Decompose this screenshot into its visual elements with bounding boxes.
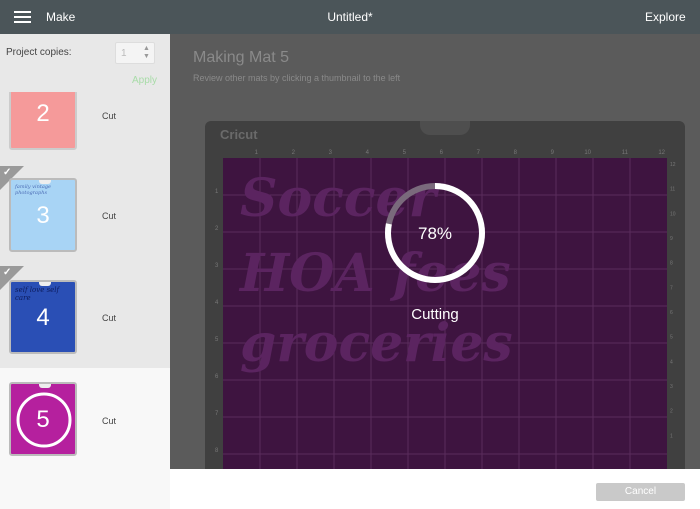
mat-3-preview: family vintage photographs 3 <box>9 178 77 252</box>
cutting-status: Cutting <box>411 306 459 323</box>
cancel-button[interactable]: Cancel <box>596 483 685 501</box>
ruler-left-label: 3 <box>215 263 219 269</box>
mat-4-preview: self love self care 4 <box>9 280 77 354</box>
progress-percent: 78% <box>417 224 453 243</box>
ruler-top-label: 4 <box>366 150 370 156</box>
hamburger-menu-icon[interactable] <box>14 11 31 24</box>
checkmark-icon: ✓ <box>3 167 12 178</box>
mat-thumbnail-3[interactable]: ✓ family vintage photographs 3 Cut <box>0 166 170 266</box>
ruler-left-label: 2 <box>215 226 219 232</box>
cutting-mat-preview: Cricut 1 2 3 4 5 6 7 8 9 10 11 12 1 2 3 4 5 6 7 8 12 11 10 9 8 7 6… <box>205 121 685 469</box>
ruler-left-label: 8 <box>215 448 219 454</box>
ruler-top-label: 8 <box>514 150 518 156</box>
mat-action-label: Cut <box>102 313 117 323</box>
main-panel: Making Mat 5 Review other mats by clicki… <box>170 34 700 469</box>
ruler-right-label: 2 <box>670 409 673 415</box>
ruler-right-label: 5 <box>670 335 673 341</box>
mat-design-preview: family vintage photographs <box>15 184 51 196</box>
ruler-left-label: 5 <box>215 337 219 343</box>
make-label: Make <box>46 10 76 24</box>
ruler-left-label: 1 <box>215 189 219 195</box>
stepper-arrows-icon[interactable]: ▲ ▼ <box>142 45 151 61</box>
project-copies-stepper[interactable]: 1 ▲ ▼ <box>115 42 155 64</box>
ruler-top-label: 7 <box>477 150 481 156</box>
ruler-right-label: 4 <box>670 359 673 365</box>
ruler-left-label: 6 <box>215 374 219 380</box>
mat-action-label: Cut <box>102 416 117 426</box>
page-subtitle: Review other mats by clicking a thumbnai… <box>193 73 401 83</box>
mat-action-label: Cut <box>102 211 117 221</box>
project-title: Untitled* <box>327 10 373 24</box>
ruler-top-label: 1 <box>255 150 259 156</box>
mat-thumbnail-5[interactable]: 5 Cut <box>0 368 170 509</box>
project-copies-label: Project copies: <box>6 47 72 58</box>
ruler-top-label: 6 <box>440 150 444 156</box>
top-bar: Make Untitled* Explore <box>0 0 700 34</box>
ruler-right-label: 6 <box>670 310 673 316</box>
mat-number: 4 <box>36 304 50 331</box>
ruler-right-label: 10 <box>670 211 676 217</box>
ruler-right-label: 12 <box>670 162 676 168</box>
ruler-top-label: 3 <box>329 150 333 156</box>
footer-bar: Cancel <box>170 469 700 509</box>
mat-number: 3 <box>36 202 50 229</box>
ruler-right-label: 7 <box>670 285 673 291</box>
ruler-top-label: 11 <box>622 150 629 156</box>
mat-thumbnail-4[interactable]: ✓ self love self care 4 Cut <box>0 266 170 366</box>
mat-5-preview: 5 <box>9 382 77 456</box>
ruler-top-label: 9 <box>551 150 555 156</box>
mat-number: 5 <box>36 406 50 433</box>
mat-action-label: Cut <box>102 111 117 121</box>
ruler-top-label: 5 <box>403 150 407 156</box>
ruler-top-label: 12 <box>658 150 665 156</box>
explore-button[interactable]: Explore <box>645 10 686 24</box>
mat-grid: 1 2 3 4 5 6 7 8 9 10 11 1212345678121110987654321So… <box>215 150 676 469</box>
ruler-top-label: 2 <box>292 150 296 156</box>
ruler-top-label: 10 <box>584 150 591 156</box>
checkmark-icon: ✓ <box>3 267 12 278</box>
mat-number: 2 <box>36 100 50 127</box>
project-copies-value: 1 <box>121 48 127 59</box>
apply-button[interactable]: Apply <box>132 75 157 86</box>
ruler-right-label: 9 <box>670 236 673 242</box>
mat-sidebar: Project copies: 1 ▲ ▼ Apply 2 Cut ✓ famil… <box>0 34 170 509</box>
ruler-right-label: 1 <box>670 433 673 439</box>
project-copies-row: Project copies: 1 ▲ ▼ Apply <box>0 34 170 92</box>
ruler-left-label: 4 <box>215 300 219 306</box>
ruler-right-label: 11 <box>670 187 675 193</box>
mat-design-preview: self love self care <box>15 286 60 302</box>
page-title: Making Mat 5 <box>193 49 290 66</box>
ruler-right-label: 8 <box>670 261 673 267</box>
ruler-right-label: 3 <box>670 384 673 390</box>
ruler-left-label: 7 <box>215 411 219 417</box>
